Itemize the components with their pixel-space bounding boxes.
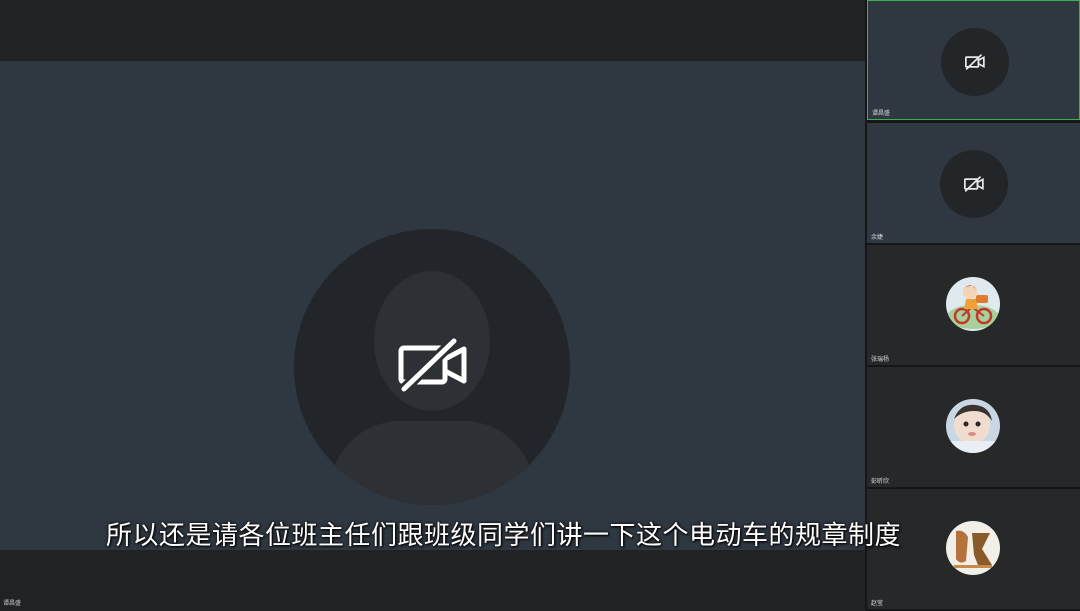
participant-tile[interactable]: 张瑞杨 (867, 245, 1080, 365)
avatar (941, 28, 1009, 96)
participant-tile[interactable]: 谭昌盛 (867, 0, 1080, 120)
main-speaker-name: 谭昌盛 (3, 600, 22, 607)
participant-tile[interactable]: 余婕 (867, 123, 1080, 243)
participant-name: 赵莹 (871, 600, 884, 607)
participant-name: 谭昌盛 (872, 110, 891, 117)
participant-tile[interactable]: 彭昕欣 (867, 367, 1080, 487)
avatar (946, 399, 1000, 453)
participant-name: 彭昕欣 (871, 478, 890, 485)
camera-off-icon (964, 176, 984, 192)
cartoon-girl-bicycle-icon (946, 277, 1000, 331)
main-avatar (294, 229, 570, 505)
baby-photo-icon (946, 399, 1000, 453)
participant-name: 张瑞杨 (871, 356, 890, 363)
participant-name: 余婕 (871, 234, 884, 241)
avatar (946, 277, 1000, 331)
camera-off-icon (398, 337, 467, 393)
subtitle-caption: 所以还是请各位班主任们跟班级同学们讲一下这个电动车的规章制度 (106, 521, 902, 551)
camera-off-icon (965, 54, 985, 70)
main-video-panel[interactable] (0, 61, 865, 550)
avatar (940, 150, 1008, 218)
